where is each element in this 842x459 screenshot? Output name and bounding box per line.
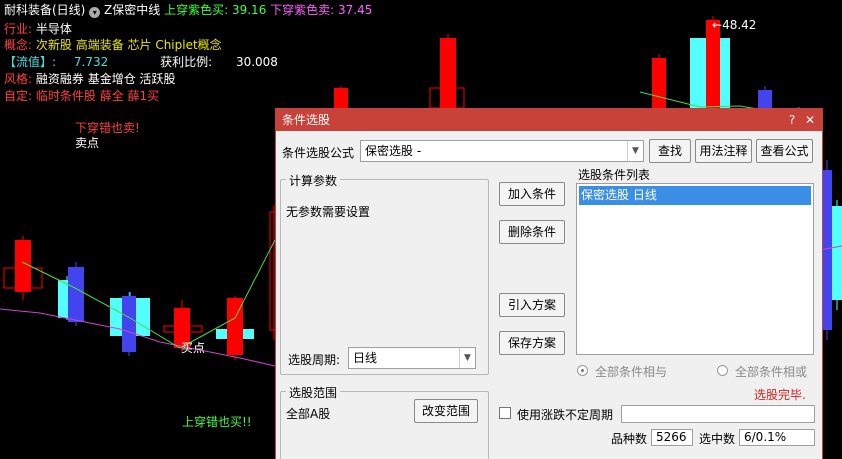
industry-label: 行业: — [4, 22, 33, 36]
selected-count-label: 选中数 — [699, 432, 736, 446]
candle-body — [832, 206, 842, 300]
stock-count-value: 5266 — [651, 429, 693, 446]
formula-value: 保密选股 - — [365, 144, 422, 158]
sell-signal-text: 下穿错也卖! — [75, 121, 140, 135]
done-text: 选股完毕. — [754, 388, 806, 402]
params-text: 无参数需要设置 — [286, 205, 371, 219]
float-label: 【流值】: — [4, 55, 57, 69]
usage-notes-button[interactable]: 用法注释 — [695, 139, 752, 163]
selected-count-value: 6/0.1% — [739, 429, 815, 446]
style-label: 风格: — [4, 72, 33, 86]
candle-body — [652, 58, 666, 108]
float-value: 7.732 — [73, 55, 109, 69]
add-condition-button[interactable]: 加入条件 — [499, 182, 565, 206]
change-period-input[interactable] — [621, 405, 815, 423]
style-line: 风格: 融资融券 基金增仓 活跃股 — [4, 71, 176, 87]
save-scheme-button[interactable]: 保存方案 — [499, 331, 565, 355]
change-range-button[interactable]: 改变范围 — [414, 399, 478, 423]
buy-signal-text: 上穿错也买!! — [182, 415, 252, 429]
radio-and-label: 全部条件相与 — [595, 365, 668, 379]
range-value: 全部A股 — [286, 407, 331, 421]
profit-label: 获利比例: — [160, 55, 213, 69]
condition-list[interactable]: 保密选股 日线 — [576, 183, 814, 355]
use-change-period-label: 使用涨跌不定周期 — [517, 408, 614, 422]
sell-value: 37.45 — [338, 3, 373, 17]
delete-condition-button[interactable]: 删除条件 — [499, 220, 565, 244]
period-select[interactable]: 日线 ▼ — [348, 347, 476, 369]
params-group-title: 计算参数 — [286, 172, 341, 189]
candle-body — [758, 90, 772, 108]
stock-count-label: 品种数 — [611, 432, 648, 446]
indicator-name: Z保密中线 — [104, 3, 161, 17]
dialog-titlebar[interactable]: 条件选股 ? ✕ — [276, 109, 822, 131]
chevron-down-icon[interactable]: ▼ — [627, 141, 643, 161]
custom-value: 临时条件股 薛全 薛1买 — [35, 89, 160, 103]
buy-value: 39.16 — [231, 3, 267, 17]
high-price-label: ←48.42 — [712, 18, 757, 32]
dropdown-circle-icon[interactable]: ▾ — [89, 7, 101, 18]
period-label: 选股周期: — [288, 353, 341, 367]
chart-header: 耐科装备(日线) ▾ Z保密中线 上穿紫色买: 39.16 下穿紫色卖: 37.… — [4, 3, 372, 18]
industry-value: 半导体 — [35, 22, 72, 36]
candle-body — [822, 170, 832, 330]
concept-value: 次新股 高端装备 芯片 Chiplet概念 — [35, 38, 222, 52]
question-icon[interactable]: ? — [784, 109, 800, 131]
custom-label: 自定: — [4, 89, 33, 103]
sell-point-text: 卖点 — [75, 136, 100, 150]
find-button[interactable]: 查找 — [649, 139, 691, 163]
candle-body — [440, 38, 456, 108]
radio-or[interactable] — [717, 365, 728, 376]
float-line: 【流值】: 7.732 获利比例: 30.008 — [4, 54, 278, 70]
use-change-period-checkbox[interactable] — [499, 407, 511, 419]
formula-label: 条件选股公式 — [282, 146, 355, 160]
view-formula-button[interactable]: 查看公式 — [756, 139, 813, 163]
industry-line: 行业: 半导体 — [4, 21, 72, 37]
formula-select[interactable]: 保密选股 - ▼ — [360, 140, 644, 162]
buy-point-text: 买点 — [181, 341, 206, 355]
profit-value: 30.008 — [235, 55, 278, 69]
candle-body — [334, 88, 348, 108]
period-value: 日线 — [353, 351, 378, 365]
custom-line: 自定: 临时条件股 薛全 薛1买 — [4, 88, 159, 104]
close-icon[interactable]: ✕ — [802, 109, 818, 131]
chevron-down-icon[interactable]: ▼ — [459, 348, 475, 368]
radio-or-label: 全部条件相或 — [735, 365, 808, 379]
sell-label: 下穿紫色卖: — [270, 3, 335, 17]
candle-body — [122, 296, 136, 352]
condition-list-label: 选股条件列表 — [578, 168, 651, 182]
arrow-left-icon: ← — [712, 18, 723, 32]
condition-select-dialog: 条件选股 ? ✕ 条件选股公式 保密选股 - ▼ 查找 用法注释 查看公式 计算… — [275, 108, 823, 459]
candle-body — [706, 20, 720, 108]
range-group-title: 选股范围 — [286, 384, 341, 401]
stock-name: 耐科装备(日线) — [4, 3, 86, 17]
import-scheme-button[interactable]: 引入方案 — [499, 293, 565, 317]
concept-line: 概念: 次新股 高端装备 芯片 Chiplet概念 — [4, 37, 222, 53]
style-value: 融资融券 基金增仓 活跃股 — [35, 72, 176, 86]
concept-label: 概念: — [4, 38, 33, 52]
buy-label: 上穿紫色买: — [164, 3, 229, 17]
dialog-title: 条件选股 — [282, 113, 331, 127]
list-item[interactable]: 保密选股 日线 — [579, 186, 811, 205]
radio-and[interactable] — [577, 365, 588, 376]
candle-body — [68, 267, 84, 322]
